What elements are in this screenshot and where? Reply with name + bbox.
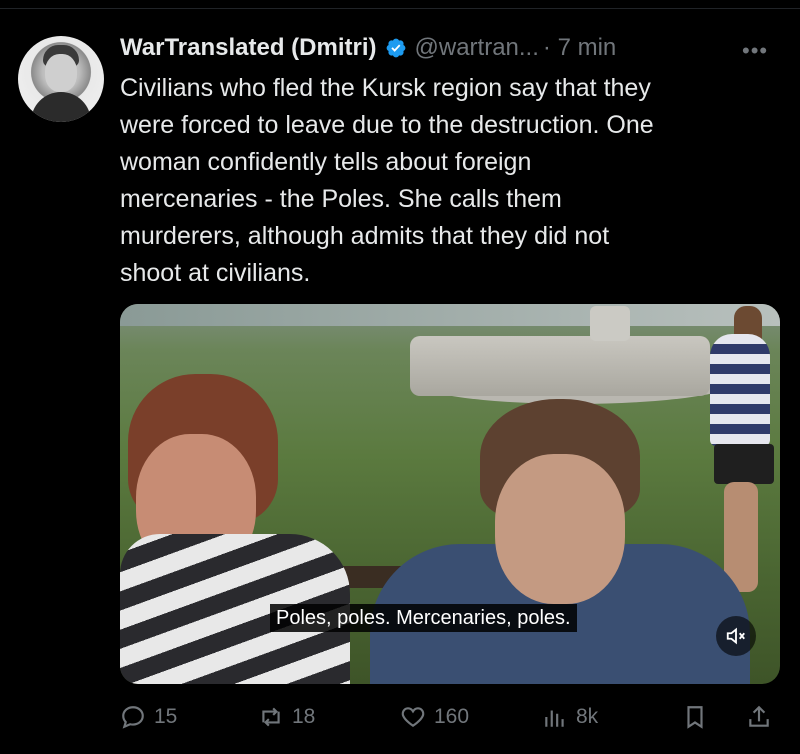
bookmark-button[interactable] bbox=[682, 700, 708, 734]
verified-badge-icon bbox=[386, 38, 405, 58]
video-girl-shirt bbox=[710, 334, 770, 446]
speaker-muted-icon bbox=[726, 627, 745, 645]
tweet-actions: 15 18 160 8k bbox=[120, 700, 780, 734]
views-button[interactable]: 8k bbox=[542, 700, 598, 734]
more-options-button[interactable]: ••• bbox=[742, 38, 768, 64]
repost-icon bbox=[262, 707, 280, 727]
repost-button[interactable]: 18 bbox=[258, 700, 315, 734]
reply-count: 15 bbox=[154, 705, 178, 728]
mute-button[interactable] bbox=[716, 616, 756, 656]
share-icon bbox=[749, 705, 769, 727]
repost-count: 18 bbox=[292, 705, 316, 728]
tweet-video[interactable]: Poles, poles. Mercenaries, poles. bbox=[120, 304, 780, 684]
like-count: 160 bbox=[434, 705, 470, 728]
display-name[interactable]: WarTranslated (Dmitri) bbox=[120, 34, 377, 62]
avatar-face bbox=[45, 54, 77, 92]
handle[interactable]: @wartran... bbox=[415, 34, 539, 62]
share-button[interactable] bbox=[746, 700, 772, 734]
avatar[interactable] bbox=[18, 36, 104, 122]
views-icon bbox=[545, 710, 564, 727]
top-divider bbox=[0, 8, 800, 9]
reply-icon bbox=[122, 706, 144, 729]
like-icon bbox=[401, 707, 425, 727]
video-fountain bbox=[410, 336, 710, 396]
video-woman-right-face bbox=[495, 454, 625, 604]
video-sky bbox=[120, 304, 780, 326]
views-count: 8k bbox=[576, 705, 599, 728]
timestamp[interactable]: · 7 min bbox=[543, 34, 616, 62]
video-fountain-top bbox=[590, 306, 630, 341]
bookmark-icon bbox=[687, 706, 703, 729]
video-subtitle: Poles, poles. Mercenaries, poles. bbox=[270, 604, 577, 632]
video-girl-shorts bbox=[714, 444, 774, 484]
reply-button[interactable]: 15 bbox=[120, 700, 177, 734]
tweet-text: Civilians who fled the Kursk region say … bbox=[120, 74, 654, 287]
avatar-body bbox=[31, 92, 91, 122]
tweet-header: WarTranslated (Dmitri) @wartran... · 7 m… bbox=[120, 30, 616, 66]
like-button[interactable]: 160 bbox=[400, 700, 469, 734]
